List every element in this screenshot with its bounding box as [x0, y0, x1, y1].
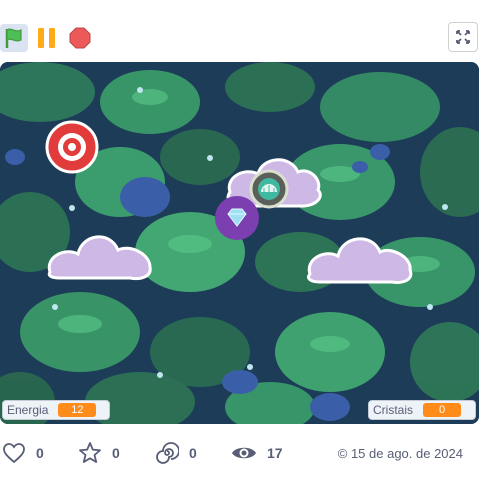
- stop-icon: [69, 27, 91, 49]
- pause-icon: [38, 28, 55, 48]
- crystals-value: 0: [423, 403, 462, 417]
- loves-count: 0: [36, 445, 44, 461]
- remixes-count: 0: [189, 445, 197, 461]
- player-toolbar: [0, 0, 479, 60]
- pause-button[interactable]: [36, 26, 58, 50]
- stop-button[interactable]: [68, 26, 92, 50]
- game-stage[interactable]: Energia 12 Cristais 0: [0, 62, 479, 424]
- fullscreen-icon: [456, 30, 470, 44]
- orb-icon[interactable]: [249, 169, 289, 209]
- star-icon: [79, 442, 101, 463]
- crystals-label: Cristais: [373, 403, 414, 417]
- target-icon[interactable]: [45, 120, 99, 174]
- heart-icon: [3, 443, 25, 464]
- views-count: 17: [267, 445, 283, 461]
- fullscreen-button[interactable]: [448, 22, 478, 52]
- sprite-layer: [45, 120, 413, 284]
- cloud[interactable]: [47, 235, 152, 281]
- cloud[interactable]: [307, 237, 413, 284]
- energy-value: 12: [58, 403, 97, 417]
- eye-icon: [232, 447, 256, 459]
- shared-date: © 15 de ago. de 2024: [337, 445, 463, 461]
- green-flag-icon: [5, 28, 22, 48]
- energy-monitor: Energia 12: [2, 400, 110, 420]
- views-stat: 17: [231, 438, 283, 468]
- favorites-stat[interactable]: 0: [78, 438, 120, 468]
- remixes-stat[interactable]: 0: [155, 438, 197, 468]
- gem-icon[interactable]: [215, 196, 259, 240]
- green-flag-button[interactable]: [0, 24, 28, 52]
- loves-stat[interactable]: 0: [2, 438, 44, 468]
- crystals-monitor: Cristais 0: [368, 400, 476, 420]
- favorites-count: 0: [112, 445, 120, 461]
- energy-label: Energia: [7, 403, 49, 417]
- remix-icon: [156, 442, 179, 464]
